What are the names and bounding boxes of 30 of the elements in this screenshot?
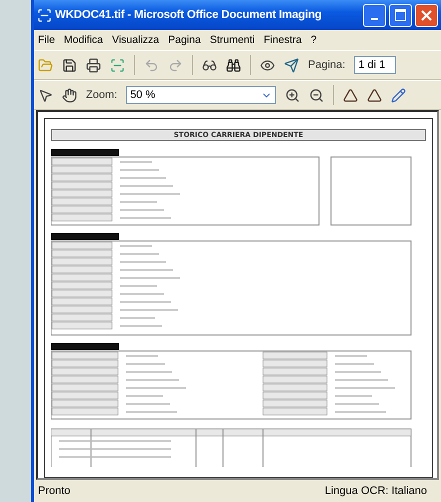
window-title: WKDOC41.tif - Microsoft Office Document Imaging bbox=[55, 9, 323, 21]
hand-icon[interactable] bbox=[62, 88, 77, 102]
minimize-button[interactable] bbox=[363, 4, 386, 26]
app-icon bbox=[37, 8, 52, 22]
ocr-language-text: Lingua OCR: Italiano bbox=[324, 485, 427, 497]
menu-item[interactable]: Modifica bbox=[64, 34, 104, 46]
page-label: Pagina: bbox=[308, 59, 346, 71]
menu-item[interactable]: File bbox=[38, 34, 55, 46]
close-button[interactable] bbox=[415, 4, 438, 26]
maximize-button[interactable] bbox=[389, 4, 412, 26]
close-icon bbox=[421, 10, 432, 20]
zoom-dropdown[interactable]: 50 % bbox=[126, 86, 276, 104]
glasses-icon[interactable] bbox=[202, 58, 217, 72]
send-icon[interactable] bbox=[284, 58, 299, 72]
menu-item[interactable]: Pagina bbox=[168, 34, 201, 46]
printer-icon[interactable] bbox=[86, 58, 101, 72]
menu-item[interactable]: Finestra bbox=[264, 34, 302, 46]
pen-icon[interactable] bbox=[391, 88, 406, 102]
save-icon[interactable] bbox=[62, 58, 77, 72]
status-text: Pronto bbox=[38, 485, 70, 497]
page-field[interactable]: 1 di 1 bbox=[354, 56, 396, 74]
binoculars-icon[interactable] bbox=[226, 58, 241, 72]
zoom-out-icon[interactable] bbox=[309, 88, 324, 102]
eye-icon[interactable] bbox=[260, 58, 275, 72]
zoom-label: Zoom: bbox=[86, 89, 118, 101]
menu-item[interactable]: Visualizza bbox=[112, 34, 160, 46]
zoom-in-icon[interactable] bbox=[285, 88, 300, 102]
menu-item[interactable]: ? bbox=[310, 34, 317, 46]
pointer-icon[interactable] bbox=[38, 88, 53, 102]
menu-item[interactable]: Strumenti bbox=[210, 34, 255, 46]
